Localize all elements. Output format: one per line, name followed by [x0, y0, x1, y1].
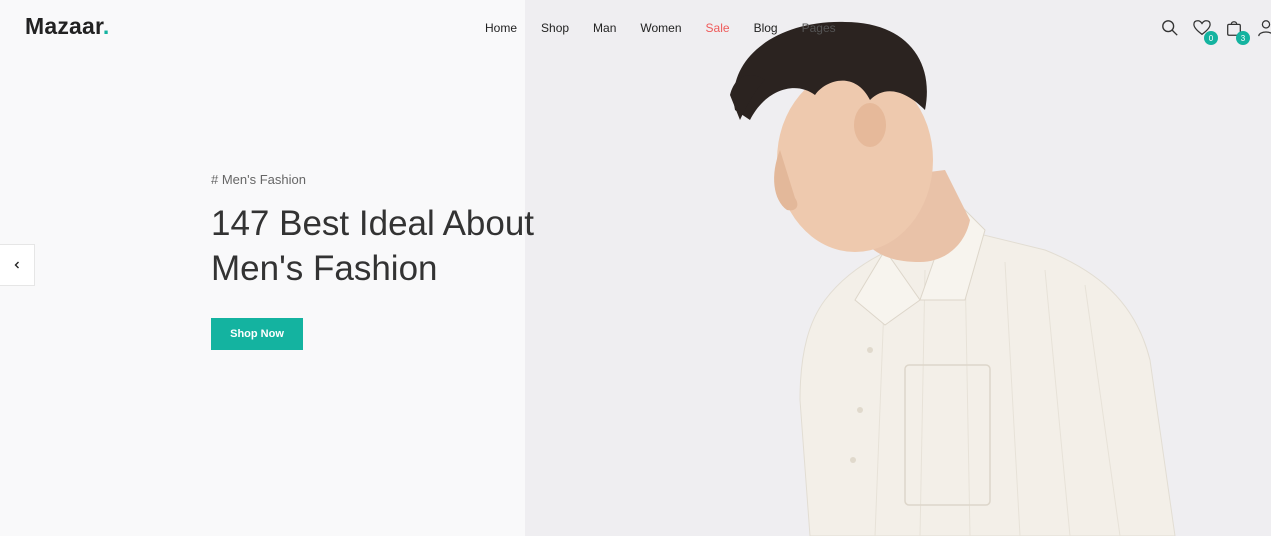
wishlist-count-badge: 0 [1204, 31, 1218, 45]
nav-sale[interactable]: Sale [706, 21, 730, 35]
hero-content: # Men's Fashion 147 Best Ideal About Men… [211, 172, 551, 350]
nav-blog[interactable]: Blog [754, 21, 778, 35]
nav-pages[interactable]: Pages [802, 21, 836, 35]
model-illustration [730, 21, 1176, 536]
hero-tag: # Men's Fashion [211, 172, 306, 187]
site-header: Mazaar. Home Shop Man Women Sale Blog Pa… [0, 0, 1271, 56]
nav-man[interactable]: Man [593, 21, 616, 35]
search-button[interactable] [1159, 17, 1181, 39]
header-icons: 0 3 [1149, 17, 1271, 45]
slider-prev-button[interactable] [0, 244, 35, 286]
search-icon [1162, 20, 1178, 36]
chevron-left-icon [14, 261, 19, 269]
hero-headline: 147 Best Ideal About Men's Fashion [211, 204, 535, 288]
account-button[interactable] [1255, 17, 1271, 39]
brand-name: Mazaar [25, 13, 103, 39]
main-nav: Home Shop Man Women Sale Blog Pages [485, 21, 860, 35]
nav-shop[interactable]: Shop [541, 21, 569, 35]
hero-image [525, 0, 1271, 536]
wishlist-button[interactable]: 0 [1191, 17, 1218, 45]
user-icon [1258, 20, 1271, 37]
cart-count-badge: 3 [1236, 31, 1250, 45]
nav-women[interactable]: Women [640, 21, 681, 35]
cart-button[interactable]: 3 [1223, 17, 1250, 45]
brand-logo[interactable]: Mazaar. [25, 13, 110, 40]
brand-dot: . [102, 13, 110, 39]
nav-home[interactable]: Home [485, 21, 517, 35]
shop-now-button[interactable]: Shop Now [211, 318, 303, 350]
